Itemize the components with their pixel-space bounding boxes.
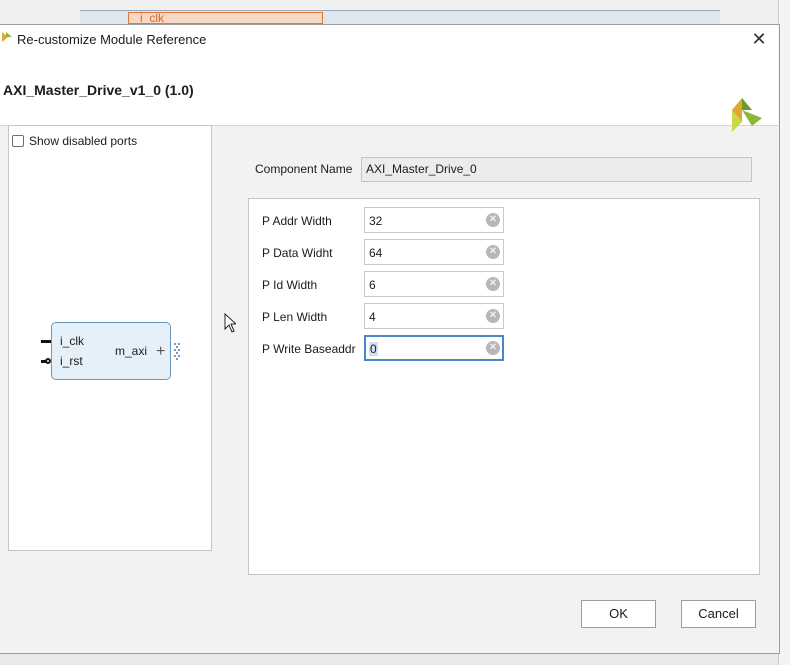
- parameters-panel: P Addr Width 32 ✕ P Data Widht 64 ✕ P Id…: [248, 198, 760, 575]
- ip-title: AXI_Master_Drive_v1_0 (1.0): [3, 82, 194, 98]
- app-logo-icon: [2, 32, 12, 42]
- port-label-clk: i_clk: [60, 334, 85, 348]
- show-disabled-ports-label[interactable]: Show disabled ports: [29, 134, 137, 148]
- param-value: 64: [369, 246, 383, 260]
- param-id-width-input[interactable]: 6 ✕: [364, 271, 504, 297]
- param-value: 0: [369, 342, 378, 356]
- expand-plus-icon[interactable]: +: [156, 344, 165, 360]
- param-label: P Id Width: [262, 278, 318, 292]
- param-label: P Len Width: [262, 310, 328, 324]
- clear-icon[interactable]: ✕: [486, 309, 500, 323]
- param-value: 32: [369, 214, 383, 228]
- param-len-width-input[interactable]: 4 ✕: [364, 303, 504, 329]
- param-label: P Write Baseaddr: [262, 342, 356, 356]
- clear-icon[interactable]: ✕: [486, 277, 500, 291]
- ip-symbol-panel: Show disabled ports i_clk i_rst m_axi +: [8, 125, 212, 551]
- param-write-baseaddr-input[interactable]: 0 ✕: [364, 335, 504, 361]
- component-name-field[interactable]: AXI_Master_Drive_0: [361, 157, 752, 182]
- show-disabled-ports-checkbox[interactable]: [12, 135, 24, 147]
- vivado-logo-icon: [732, 98, 762, 132]
- param-row-id-width: P Id Width 6 ✕: [262, 271, 522, 297]
- param-addr-width-input[interactable]: 32 ✕: [364, 207, 504, 233]
- mouse-cursor-icon: [224, 313, 236, 333]
- port-clk-line: [41, 340, 51, 343]
- param-label: P Data Widht: [262, 246, 333, 260]
- ok-button[interactable]: OK: [581, 600, 656, 628]
- port-label-maxi: m_axi: [115, 344, 148, 358]
- param-row-len-width: P Len Width 4 ✕: [262, 303, 522, 329]
- port-label-rst: i_rst: [60, 354, 83, 368]
- dialog-title: Re-customize Module Reference: [17, 32, 207, 47]
- ip-block-symbol: i_clk i_rst m_axi +: [51, 322, 171, 380]
- param-value: 6: [369, 278, 376, 292]
- show-disabled-ports-row[interactable]: Show disabled ports: [12, 134, 137, 148]
- background-wire-label: i_clk: [140, 11, 165, 25]
- clear-icon[interactable]: ✕: [486, 213, 500, 227]
- clear-icon[interactable]: ✕: [486, 245, 500, 259]
- param-row-write-baseaddr: P Write Baseaddr 0 ✕: [262, 335, 522, 361]
- dialog-titlebar[interactable]: Re-customize Module Reference ✕: [0, 25, 778, 53]
- component-name-label: Component Name: [255, 162, 353, 176]
- param-value: 4: [369, 310, 376, 324]
- param-row-data-width: P Data Widht 64 ✕: [262, 239, 522, 265]
- param-label: P Addr Width: [262, 214, 332, 228]
- dialog-header: AXI_Master_Drive_v1_0 (1.0): [0, 53, 778, 132]
- close-icon[interactable]: ✕: [748, 28, 770, 50]
- bus-interface-icon: [174, 343, 180, 360]
- param-row-addr-width: P Addr Width 32 ✕: [262, 207, 522, 233]
- param-data-width-input[interactable]: 64 ✕: [364, 239, 504, 265]
- cancel-button[interactable]: Cancel: [681, 600, 756, 628]
- clear-icon[interactable]: ✕: [486, 341, 500, 355]
